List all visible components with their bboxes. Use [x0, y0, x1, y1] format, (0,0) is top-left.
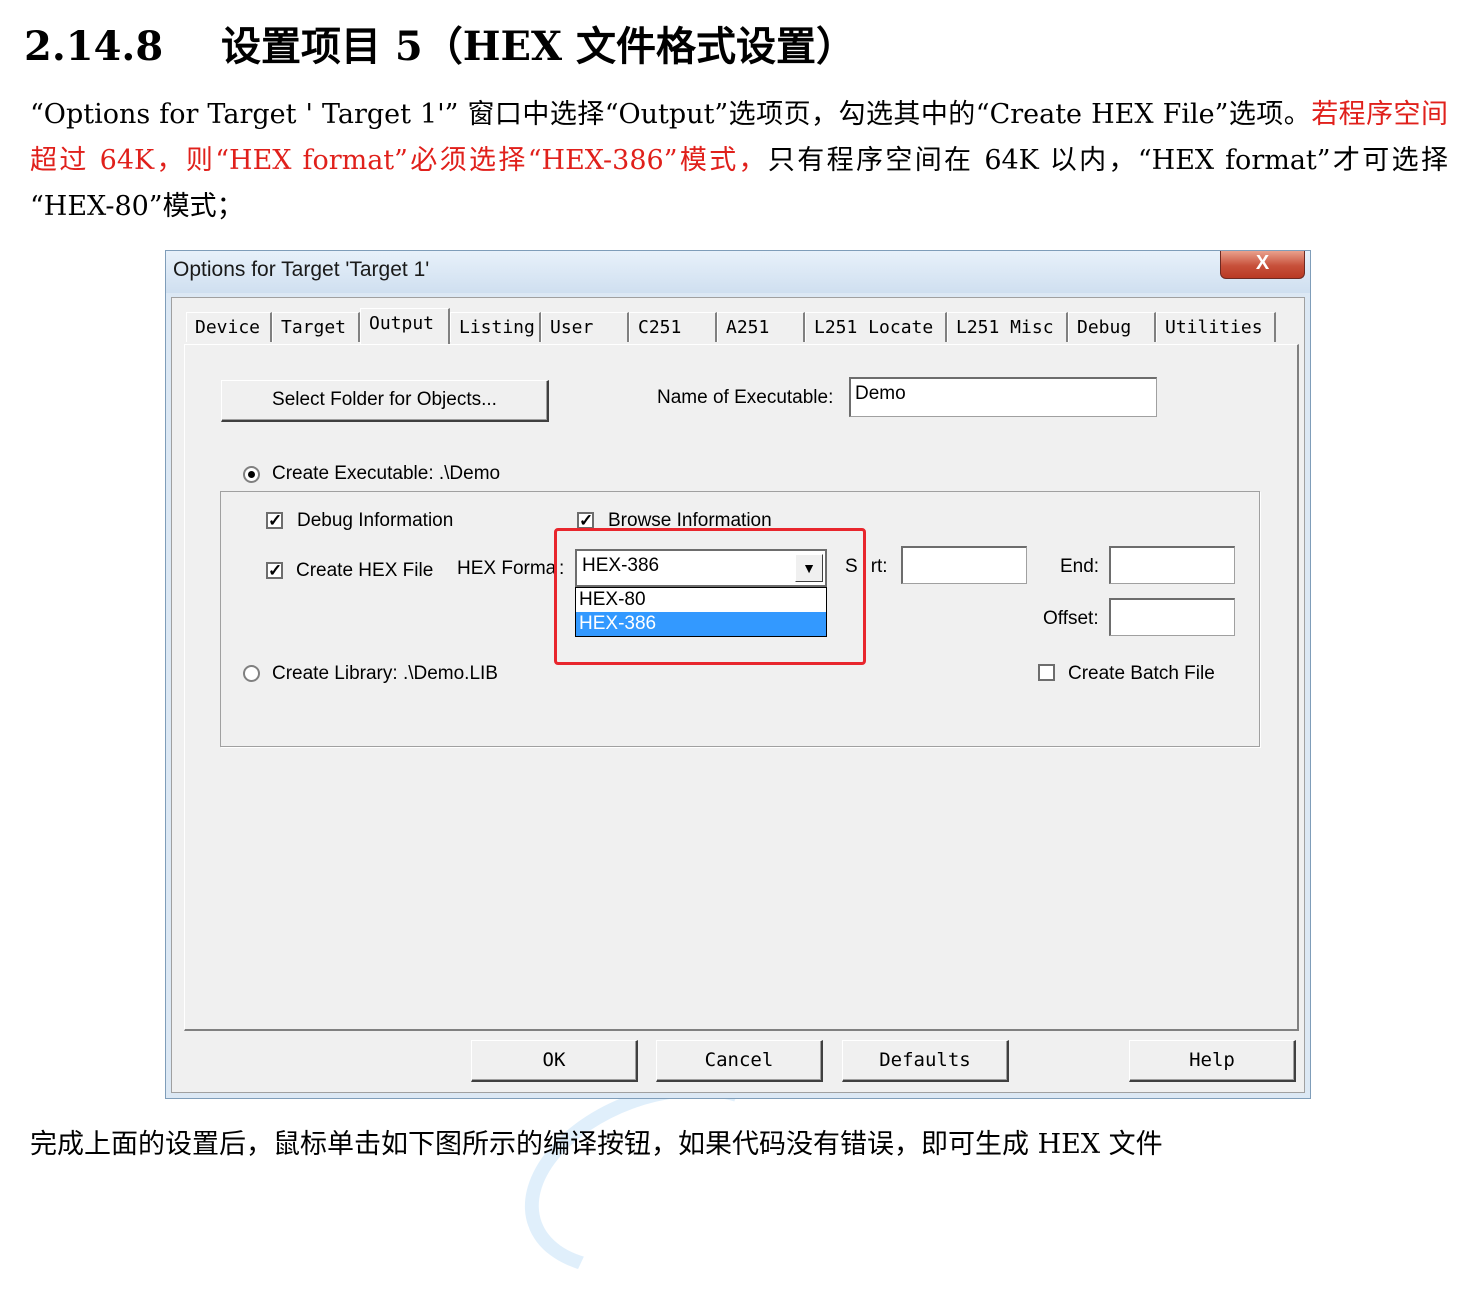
dialog-client-area: Device Target Output Listing User C251 A… [171, 297, 1305, 1093]
section-heading: 2.14.8 设置项目 5（HEX 文件格式设置） [24, 14, 856, 72]
dialog-title: Options for Target 'Target 1' [173, 258, 430, 281]
defaults-button[interactable]: Defaults [842, 1040, 1009, 1082]
output-tab-page: Select Folder for Objects... Name of Exe… [184, 344, 1299, 1031]
name-executable-input[interactable]: Demo [849, 377, 1157, 417]
create-executable-label: Create Executable: .\Demo [272, 463, 501, 484]
end-input[interactable] [1109, 546, 1235, 584]
start-input[interactable] [901, 546, 1027, 584]
tab-device[interactable]: Device [186, 312, 272, 342]
annotation-highlight-box [554, 528, 866, 665]
tab-target[interactable]: Target [272, 312, 360, 342]
ok-button[interactable]: OK [471, 1040, 638, 1082]
section-number: 2.14.8 [24, 23, 164, 70]
create-hex-file-label: Create HEX File [296, 560, 434, 581]
tab-c251[interactable]: C251 [629, 312, 717, 342]
tab-debug[interactable]: Debug [1068, 312, 1156, 342]
radio-dot [248, 471, 255, 478]
options-dialog: Options for Target 'Target 1' X Device T… [165, 250, 1311, 1099]
name-executable-label: Name of Executable: [657, 387, 834, 408]
end-label: End: [1060, 556, 1100, 577]
para-text-1: “Options for Target ' Target 1'” 窗口中选择“O… [30, 99, 1312, 130]
hex-format-label: HEX Forma [457, 558, 557, 579]
tab-utilities[interactable]: Utilities [1156, 312, 1276, 342]
tab-listing[interactable]: Listing [450, 312, 541, 342]
close-button[interactable]: X [1220, 251, 1305, 279]
cancel-button[interactable]: Cancel [656, 1040, 823, 1082]
browse-information-checkbox[interactable]: ✓ [577, 512, 594, 529]
tab-a251[interactable]: A251 [717, 312, 805, 342]
create-executable-radio[interactable] [243, 466, 260, 483]
offset-label: Offset: [1043, 608, 1099, 629]
start-label-part2: rt: [870, 556, 888, 577]
offset-input[interactable] [1109, 598, 1235, 636]
select-folder-button[interactable]: Select Folder for Objects... [221, 380, 549, 422]
footer-paragraph: 完成上面的设置后，鼠标单击如下图所示的编译按钮，如果代码没有错误，即可生成 HE… [30, 1129, 1163, 1160]
create-library-radio[interactable] [243, 665, 260, 682]
section-title: 设置项目 5（HEX 文件格式设置） [221, 23, 856, 70]
create-hex-file-checkbox[interactable]: ✓ [266, 562, 283, 579]
debug-information-label: Debug Information [297, 510, 454, 531]
debug-information-checkbox[interactable]: ✓ [266, 512, 283, 529]
create-batch-file-checkbox[interactable] [1038, 664, 1055, 681]
create-batch-file-label: Create Batch File [1068, 663, 1215, 684]
tab-output[interactable]: Output [360, 308, 450, 344]
dialog-titlebar[interactable]: Options for Target 'Target 1' X [166, 251, 1310, 293]
tab-l251-misc[interactable]: L251 Misc [947, 312, 1068, 342]
help-button[interactable]: Help [1129, 1040, 1296, 1082]
tab-l251-locate[interactable]: L251 Locate [805, 312, 947, 342]
tab-user[interactable]: User [541, 312, 629, 342]
body-paragraph: “Options for Target ' Target 1'” 窗口中选择“O… [30, 92, 1448, 230]
create-library-label: Create Library: .\Demo.LIB [272, 663, 498, 684]
